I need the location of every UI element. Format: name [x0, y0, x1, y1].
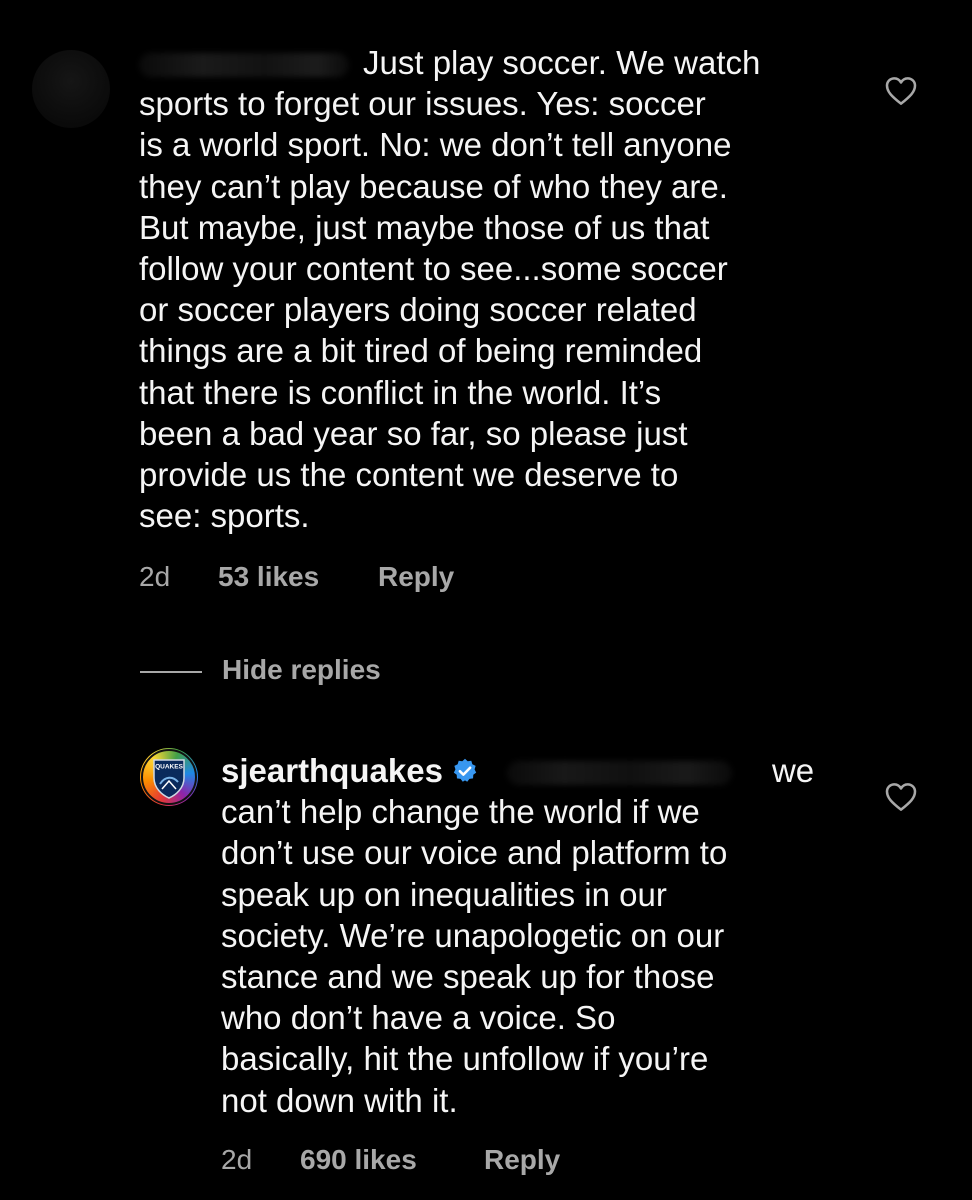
comment-1-line: things are a bit tired of being reminded — [139, 332, 703, 370]
comment-1-line: sports to forget our issues. Yes: soccer — [139, 85, 706, 123]
redacted-mention — [506, 761, 732, 786]
comment-1: Just play soccer. We watch sports to for… — [0, 0, 972, 620]
comment-2-time: 2d — [221, 1144, 253, 1175]
comment-2-line: basically, hit the unfollow if you’re — [221, 1040, 709, 1078]
avatar[interactable] — [32, 50, 110, 128]
comment-1-line: that there is conflict in the world. It’… — [139, 373, 662, 411]
comment-2-line: who don’t have a voice. So — [221, 999, 616, 1037]
comment-2-text: sjearthquakes we can’t help change the w… — [221, 750, 814, 1121]
heart-icon[interactable] — [885, 76, 917, 106]
hide-replies-button[interactable]: Hide replies — [140, 652, 440, 692]
comment-2-username[interactable]: sjearthquakes — [221, 752, 443, 789]
redacted-username — [139, 53, 349, 78]
comment-2-line: society. We’re unapologetic on our — [221, 916, 725, 954]
comment-2-likes[interactable]: 690 likes — [300, 1144, 417, 1176]
comment-1-likes[interactable]: 53 likes — [218, 561, 319, 593]
hide-replies-label: Hide replies — [222, 654, 381, 685]
avatar[interactable]: QUAKES — [140, 748, 198, 806]
comment-1-line: or soccer players doing soccer related — [139, 291, 697, 329]
comment-2-line: don’t use our voice and platform to — [221, 834, 728, 872]
comment-2-line: speak up on inequalities in our — [221, 875, 667, 913]
comment-1-line: is a world sport. No: we don’t tell anyo… — [139, 126, 732, 164]
comment-1-line: Just play soccer. We watch — [363, 44, 761, 81]
verified-badge-icon — [453, 758, 477, 782]
comment-1-line: they can’t play because of who they are. — [139, 167, 728, 205]
comment-1-text: Just play soccer. We watch sports to for… — [139, 42, 760, 536]
avatar-badge-text: QUAKES — [155, 764, 183, 771]
comment-2-meta: 2d 690 likes Reply — [221, 1144, 721, 1180]
comment-2-line: not down with it. — [221, 1081, 458, 1119]
comment-2-line: can’t help change the world if we — [221, 793, 700, 831]
comment-1-time: 2d — [139, 561, 171, 592]
comment-1-line: been a bad year so far, so please just — [139, 414, 688, 452]
comment-1-reply-button[interactable]: Reply — [378, 561, 454, 593]
comment-2: QUAKES sjearthquakes we can’t help chang… — [0, 700, 972, 1200]
comment-1-line: But maybe, just maybe those of us that — [139, 208, 710, 246]
heart-icon[interactable] — [885, 782, 917, 812]
comment-1-line: provide us the content we deserve to — [139, 455, 679, 493]
comment-1-line: follow your content to see...some soccer — [139, 249, 728, 287]
comment-1-meta: 2d 53 likes Reply — [139, 561, 639, 597]
comment-2-first-line-end: we — [771, 752, 815, 789]
comment-2-line: stance and we speak up for those — [221, 957, 715, 995]
quakes-crest-icon: QUAKES — [141, 749, 197, 805]
comment-1-line: see: sports. — [139, 497, 310, 535]
comment-2-reply-button[interactable]: Reply — [484, 1144, 560, 1176]
divider — [140, 671, 202, 673]
